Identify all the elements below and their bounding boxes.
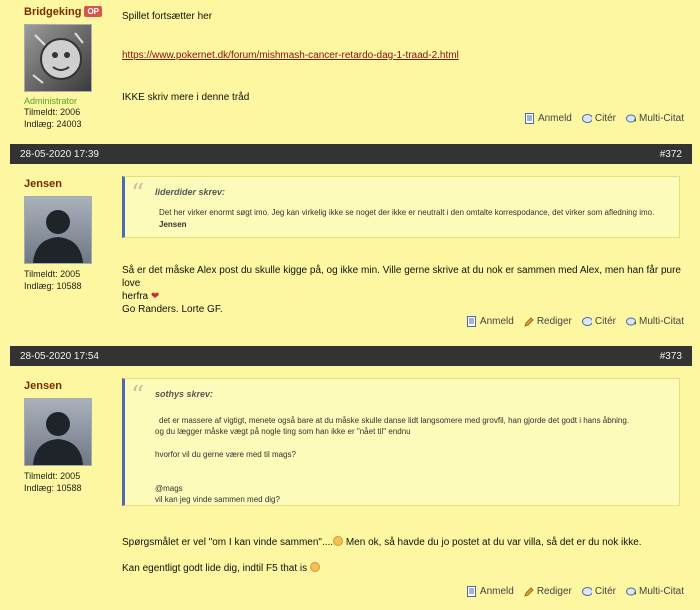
user-panel: Jensen Tilmeldt: 2005 Indlæg: 10588 [24, 178, 114, 292]
op-badge: OP [84, 6, 103, 17]
multi-quote-icon [625, 586, 636, 597]
report-button[interactable]: Anmeld [467, 316, 514, 327]
post-content: Spillet fortsætter her https://www.poker… [122, 10, 682, 104]
post-text: Spillet fortsætter her [122, 11, 213, 22]
user-joined: Tilmeldt: 2006 [24, 107, 81, 117]
post-text: IKKE skriv mere i denne tråd [122, 92, 250, 103]
multi-quote-button[interactable]: Multi-Citat [625, 316, 684, 327]
post-372: Jensen Tilmeldt: 2005 Indlæg: 10588 “ li… [10, 168, 692, 340]
post-date: 28-05-2020 17:54 [20, 350, 99, 362]
user-postcount: Indlæg: 24003 [24, 119, 82, 129]
avatar[interactable] [24, 398, 92, 466]
quote-text: og du lægger måske vægt på nogle ting so… [155, 427, 411, 436]
user-postcount: Indlæg: 10588 [24, 281, 82, 291]
quote-text: vil kan jeg vinde sammen med dig? [155, 495, 280, 504]
post-373: Jensen Tilmeldt: 2005 Indlæg: 10588 “ so… [10, 370, 692, 610]
edit-button[interactable]: Rediger [524, 316, 572, 327]
post-content: Spørgsmålet er vel "om I kan vinde samme… [122, 536, 682, 575]
username[interactable]: Jensen [24, 178, 62, 190]
quote-text: hvorfor vil du gerne være med til mags? [155, 450, 296, 459]
edit-button[interactable]: Rediger [524, 586, 572, 597]
post-content: Så er det måske Alex post du skulle kigg… [122, 264, 687, 316]
quote-block: “ sothys skrev: det er massere af vigtig… [122, 378, 680, 506]
post-date: 28-05-2020 17:39 [20, 148, 99, 160]
report-button[interactable]: Anmeld [467, 586, 514, 597]
post-text: Kan egentligt godt lide dig, indtil F5 t… [122, 563, 308, 574]
post-header: 28-05-2020 17:54 #373 [10, 346, 692, 366]
quote-text: det er massere af vigtigt, menete også b… [159, 416, 630, 425]
post-number[interactable]: #372 [660, 149, 682, 160]
post-text: Men ok, så havde du jo postet at du var … [343, 537, 642, 548]
pencil-icon [524, 316, 534, 327]
avatar[interactable] [24, 196, 92, 264]
post-text: herfra [122, 291, 149, 302]
heart-icon: ❤ [150, 291, 160, 302]
user-joined: Tilmeldt: 2005 [24, 471, 81, 481]
user-postcount: Indlæg: 10588 [24, 483, 82, 493]
post-actions: Anmeld Rediger Citér Multi-Citat [467, 586, 684, 597]
quote-button[interactable]: Citér [581, 113, 616, 124]
quote-mark-icon: “ [131, 179, 145, 209]
multi-quote-button[interactable]: Multi-Citat [625, 113, 684, 124]
post-text: Spørgsmålet er vel "om I kan vinde samme… [122, 537, 334, 548]
post-text: Go Randers. Lorte GF. [122, 304, 223, 315]
post-actions: Anmeld Citér Multi-Citat [525, 113, 684, 124]
avatar[interactable] [24, 24, 92, 92]
pencil-icon [524, 586, 534, 597]
post-text: Så er det måske Alex post du skulle kigg… [122, 265, 681, 289]
multi-quote-icon [625, 316, 636, 327]
quote-icon [581, 316, 592, 327]
quote-icon [581, 586, 592, 597]
multi-quote-button[interactable]: Multi-Citat [625, 586, 684, 597]
report-button[interactable]: Anmeld [525, 113, 572, 124]
username[interactable]: Jensen [24, 380, 62, 392]
multi-quote-icon [625, 113, 636, 124]
post-header: 28-05-2020 17:39 #372 [10, 144, 692, 164]
smiley-icon [309, 562, 320, 572]
quote-button[interactable]: Citér [581, 316, 616, 327]
user-panel: Jensen Tilmeldt: 2005 Indlæg: 10588 [24, 380, 114, 494]
report-icon [467, 316, 477, 327]
report-icon [525, 113, 535, 124]
user-role: Administrator [24, 96, 78, 106]
quote-author[interactable]: liderdider skrev: [155, 187, 225, 197]
quote-mark-icon: “ [131, 381, 145, 411]
quote-button[interactable]: Citér [581, 586, 616, 597]
post-number[interactable]: #373 [660, 351, 682, 362]
post-actions: Anmeld Rediger Citér Multi-Citat [467, 316, 684, 327]
user-joined: Tilmeldt: 2005 [24, 269, 81, 279]
quote-text: @mags [155, 484, 183, 493]
username[interactable]: Bridgeking [24, 6, 81, 18]
quote-block: “ liderdider skrev: Det her virker enorm… [122, 176, 680, 238]
quote-signature: Jensen [159, 220, 187, 229]
quote-icon [581, 113, 592, 124]
post-371: Bridgeking OP Administrator Tilmeldt: 200… [10, 0, 692, 140]
user-panel: Bridgeking OP Administrator Tilmeldt: 200… [24, 6, 114, 130]
smiley-icon [333, 536, 344, 546]
quote-author[interactable]: sothys skrev: [155, 389, 213, 399]
post-link[interactable]: https://www.pokernet.dk/forum/mishmash-c… [122, 50, 459, 61]
quote-text: Det her virker enormt søgt imo. Jeg kan … [159, 208, 655, 217]
report-icon [467, 586, 477, 597]
